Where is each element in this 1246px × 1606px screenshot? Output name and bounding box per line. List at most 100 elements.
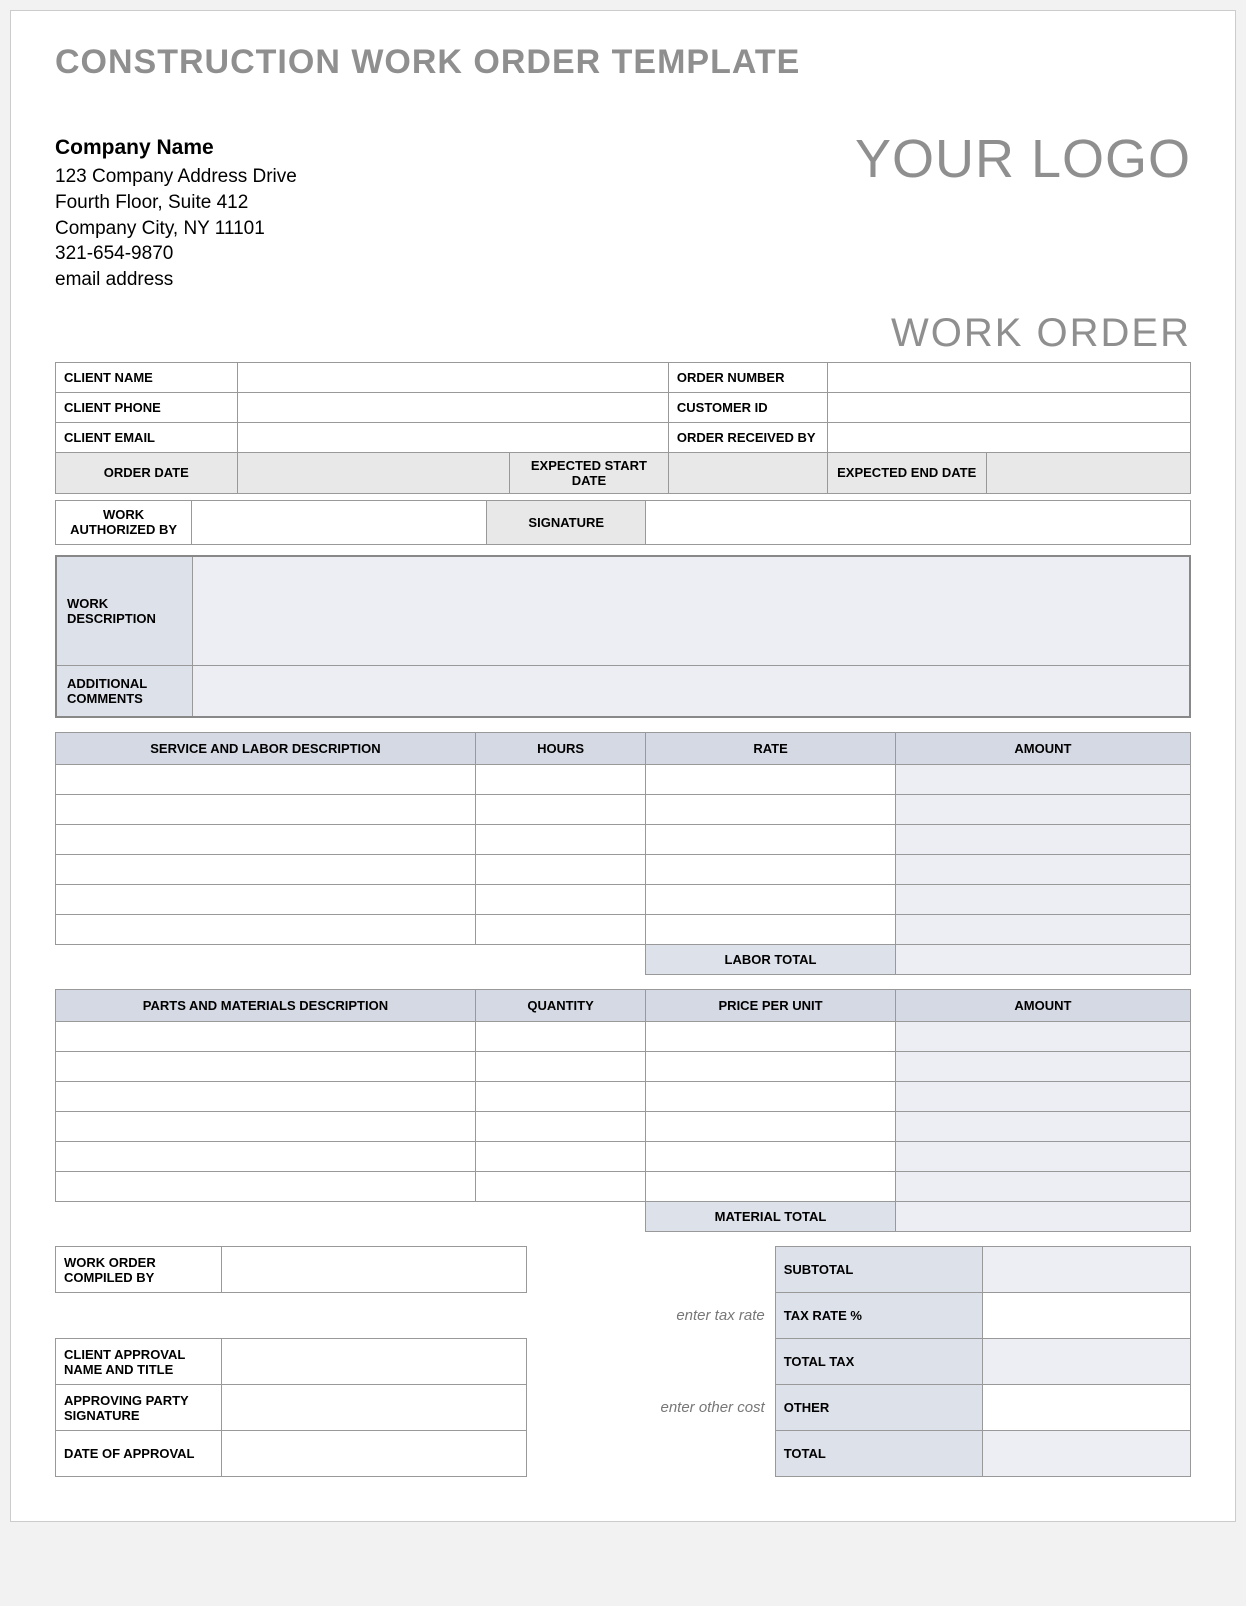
signature-field[interactable] xyxy=(646,500,1191,544)
total-field[interactable] xyxy=(983,1431,1191,1477)
labor-amount-cell[interactable] xyxy=(895,885,1190,915)
parts-cell[interactable] xyxy=(475,1172,645,1202)
parts-amount-cell[interactable] xyxy=(895,1142,1190,1172)
labor-cell[interactable] xyxy=(475,825,645,855)
description-table: WORK DESCRIPTION ADDITIONAL COMMENTS xyxy=(55,555,1191,719)
labor-col-description: SERVICE AND LABOR DESCRIPTION xyxy=(56,733,476,765)
labor-table: SERVICE AND LABOR DESCRIPTION HOURS RATE… xyxy=(55,732,1191,975)
labor-cell[interactable] xyxy=(475,795,645,825)
client-approval-name-field[interactable] xyxy=(222,1339,527,1385)
company-addr3: Company City, NY 11101 xyxy=(55,216,297,242)
expected-end-field[interactable] xyxy=(986,452,1190,493)
labor-cell[interactable] xyxy=(56,855,476,885)
parts-cell[interactable] xyxy=(646,1172,896,1202)
tax-hint: enter tax rate xyxy=(568,1293,776,1339)
labor-amount-cell[interactable] xyxy=(895,795,1190,825)
labor-cell[interactable] xyxy=(646,795,896,825)
parts-amount-cell[interactable] xyxy=(895,1112,1190,1142)
labor-col-amount: AMOUNT xyxy=(895,733,1190,765)
labor-total-field[interactable] xyxy=(895,945,1190,975)
tax-rate-field[interactable] xyxy=(983,1293,1191,1339)
labor-cell[interactable] xyxy=(646,825,896,855)
order-received-by-label: ORDER RECEIVED BY xyxy=(668,422,827,452)
company-email: email address xyxy=(55,267,297,293)
parts-cell[interactable] xyxy=(646,1052,896,1082)
parts-amount-cell[interactable] xyxy=(895,1052,1190,1082)
additional-comments-field[interactable] xyxy=(192,666,1190,718)
approving-signature-field[interactable] xyxy=(222,1385,527,1431)
header-row: Company Name 123 Company Address Drive F… xyxy=(55,134,1191,293)
work-authorized-by-field[interactable] xyxy=(192,500,487,544)
labor-cell[interactable] xyxy=(646,765,896,795)
labor-amount-cell[interactable] xyxy=(895,915,1190,945)
labor-cell[interactable] xyxy=(56,825,476,855)
parts-cell[interactable] xyxy=(56,1172,476,1202)
labor-cell[interactable] xyxy=(475,885,645,915)
work-order-heading: WORK ORDER xyxy=(55,311,1191,356)
company-block: Company Name 123 Company Address Drive F… xyxy=(55,134,297,293)
parts-amount-cell[interactable] xyxy=(895,1022,1190,1052)
work-order-page: CONSTRUCTION WORK ORDER TEMPLATE Company… xyxy=(10,10,1236,1522)
other-label: OTHER xyxy=(775,1385,983,1431)
client-email-field[interactable] xyxy=(237,422,668,452)
customer-id-label: CUSTOMER ID xyxy=(668,392,827,422)
labor-col-hours: HOURS xyxy=(475,733,645,765)
labor-cell[interactable] xyxy=(56,915,476,945)
totals-section: WORK ORDER COMPILED BY SUBTOTAL enter ta… xyxy=(55,1246,1191,1477)
work-description-label: WORK DESCRIPTION xyxy=(56,556,192,666)
labor-amount-cell[interactable] xyxy=(895,765,1190,795)
parts-col-description: PARTS AND MATERIALS DESCRIPTION xyxy=(56,990,476,1022)
labor-cell[interactable] xyxy=(475,765,645,795)
work-description-field[interactable] xyxy=(192,556,1190,666)
parts-col-amount: AMOUNT xyxy=(895,990,1190,1022)
parts-cell[interactable] xyxy=(646,1022,896,1052)
parts-cell[interactable] xyxy=(475,1112,645,1142)
parts-cell[interactable] xyxy=(475,1022,645,1052)
customer-id-field[interactable] xyxy=(827,392,1190,422)
labor-cell[interactable] xyxy=(475,915,645,945)
order-received-by-field[interactable] xyxy=(827,422,1190,452)
parts-cell[interactable] xyxy=(475,1052,645,1082)
parts-cell[interactable] xyxy=(646,1142,896,1172)
parts-amount-cell[interactable] xyxy=(895,1172,1190,1202)
expected-start-field[interactable] xyxy=(668,452,827,493)
approving-signature-label: APPROVING PARTY SIGNATURE xyxy=(56,1385,222,1431)
order-date-field[interactable] xyxy=(237,452,509,493)
labor-cell[interactable] xyxy=(646,855,896,885)
compiled-by-field[interactable] xyxy=(222,1247,527,1293)
tax-rate-label: TAX RATE % xyxy=(775,1293,983,1339)
subtotal-label: SUBTOTAL xyxy=(775,1247,983,1293)
parts-cell[interactable] xyxy=(56,1142,476,1172)
company-phone: 321-654-9870 xyxy=(55,241,297,267)
client-approval-name-label: CLIENT APPROVAL NAME AND TITLE xyxy=(56,1339,222,1385)
order-number-label: ORDER NUMBER xyxy=(668,362,827,392)
parts-cell[interactable] xyxy=(56,1052,476,1082)
expected-start-label: EXPECTED START DATE xyxy=(509,452,668,493)
parts-cell[interactable] xyxy=(56,1112,476,1142)
order-number-field[interactable] xyxy=(827,362,1190,392)
client-phone-field[interactable] xyxy=(237,392,668,422)
labor-amount-cell[interactable] xyxy=(895,825,1190,855)
client-name-field[interactable] xyxy=(237,362,668,392)
signature-label: SIGNATURE xyxy=(487,500,646,544)
labor-cell[interactable] xyxy=(56,765,476,795)
parts-cell[interactable] xyxy=(56,1082,476,1112)
page-title: CONSTRUCTION WORK ORDER TEMPLATE xyxy=(55,43,1191,82)
labor-amount-cell[interactable] xyxy=(895,855,1190,885)
date-of-approval-field[interactable] xyxy=(222,1431,527,1477)
parts-cell[interactable] xyxy=(475,1142,645,1172)
parts-amount-cell[interactable] xyxy=(895,1082,1190,1112)
labor-cell[interactable] xyxy=(646,915,896,945)
other-field[interactable] xyxy=(983,1385,1191,1431)
labor-cell[interactable] xyxy=(56,795,476,825)
parts-cell[interactable] xyxy=(646,1082,896,1112)
parts-cell[interactable] xyxy=(56,1022,476,1052)
material-total-field[interactable] xyxy=(895,1202,1190,1232)
parts-cell[interactable] xyxy=(646,1112,896,1142)
total-tax-field[interactable] xyxy=(983,1339,1191,1385)
labor-cell[interactable] xyxy=(56,885,476,915)
subtotal-field[interactable] xyxy=(983,1247,1191,1293)
labor-cell[interactable] xyxy=(475,855,645,885)
parts-cell[interactable] xyxy=(475,1082,645,1112)
labor-cell[interactable] xyxy=(646,885,896,915)
